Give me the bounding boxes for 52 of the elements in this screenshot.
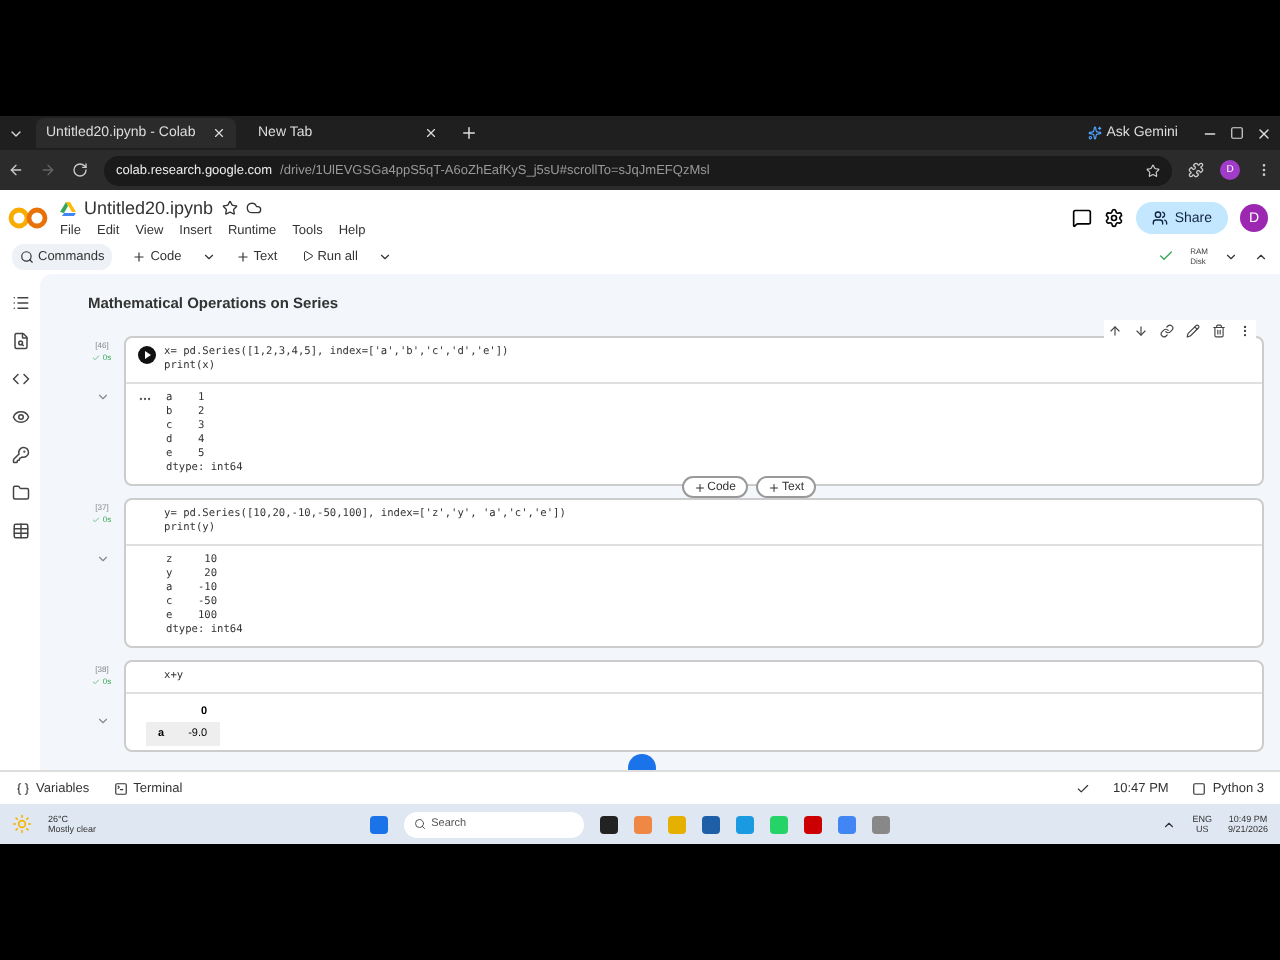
search-icon bbox=[413, 818, 426, 830]
braces-icon bbox=[16, 781, 30, 795]
close-tab-icon[interactable] bbox=[424, 126, 438, 140]
extensions-icon[interactable] bbox=[1188, 162, 1204, 178]
caret-icon[interactable] bbox=[201, 249, 216, 263]
folder-icon[interactable] bbox=[11, 484, 29, 502]
new-tab-icon[interactable] bbox=[460, 124, 478, 142]
check-icon bbox=[1158, 248, 1175, 264]
more-icon[interactable] bbox=[138, 392, 152, 406]
plus-icon bbox=[132, 249, 147, 263]
plus-icon bbox=[693, 481, 706, 493]
outline-icon[interactable] bbox=[11, 294, 29, 312]
weather-icon bbox=[12, 814, 32, 834]
square-icon bbox=[1192, 781, 1207, 795]
notebook-title[interactable]: Untitled20.ipynb bbox=[84, 198, 214, 218]
cloud-icon bbox=[245, 200, 262, 216]
comment-icon[interactable] bbox=[1072, 208, 1093, 228]
close-icon[interactable] bbox=[1256, 125, 1272, 141]
check-icon bbox=[1075, 781, 1089, 795]
caret-icon[interactable] bbox=[1224, 249, 1238, 263]
eye-icon[interactable] bbox=[11, 408, 29, 426]
settings-icon[interactable] bbox=[1104, 208, 1125, 228]
terminal-icon bbox=[113, 781, 128, 795]
move-up-icon[interactable] bbox=[1108, 324, 1122, 338]
code-icon[interactable] bbox=[11, 370, 29, 388]
close-tab-icon[interactable] bbox=[212, 126, 226, 140]
people-icon bbox=[1152, 210, 1169, 226]
maximize-icon[interactable] bbox=[1230, 126, 1244, 140]
caret-icon[interactable] bbox=[377, 249, 392, 263]
play-icon bbox=[301, 250, 314, 262]
colab-logo bbox=[8, 206, 48, 230]
table-icon[interactable] bbox=[11, 522, 29, 540]
key-icon[interactable] bbox=[11, 446, 29, 464]
move-down-icon[interactable] bbox=[1134, 324, 1148, 338]
check-icon bbox=[92, 515, 101, 523]
back-icon[interactable] bbox=[8, 162, 24, 178]
plus-icon bbox=[235, 249, 250, 263]
sparkle-icon bbox=[1088, 126, 1103, 140]
search-icon[interactable] bbox=[11, 332, 29, 350]
search-icon bbox=[20, 249, 34, 263]
drive-icon bbox=[60, 201, 76, 215]
check-icon bbox=[92, 677, 101, 685]
more-icon[interactable] bbox=[1238, 324, 1252, 338]
check-icon bbox=[92, 353, 101, 361]
star-icon[interactable] bbox=[221, 200, 238, 216]
collapse-icon[interactable] bbox=[1254, 249, 1268, 263]
reload-icon[interactable] bbox=[72, 162, 88, 178]
edit-icon[interactable] bbox=[1186, 324, 1200, 338]
delete-icon[interactable] bbox=[1212, 324, 1226, 338]
chevron-up-icon[interactable] bbox=[1162, 817, 1177, 831]
link-icon[interactable] bbox=[1160, 324, 1174, 338]
plus-icon bbox=[767, 481, 780, 493]
